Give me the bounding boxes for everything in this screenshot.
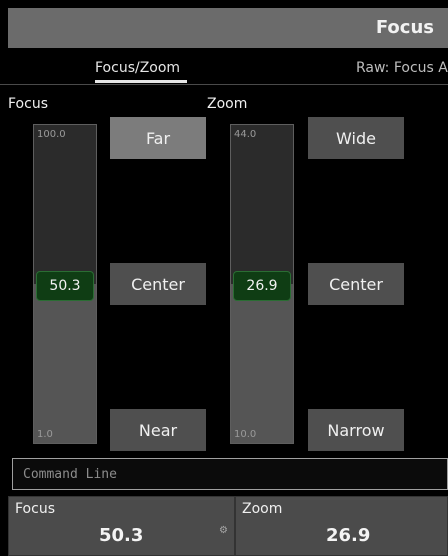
zoom-fader-fill (231, 284, 293, 443)
zoom-fader-min: 10.0 (234, 429, 257, 440)
zoom-fader[interactable]: 44.0 26.9 10.0 (230, 124, 294, 444)
zoom-fader-knob[interactable]: 26.9 (233, 271, 291, 301)
focus-near-button[interactable]: Near (110, 409, 206, 451)
focus-fader-min: 1.0 (37, 429, 53, 440)
zoom-section-label: Zoom (207, 96, 248, 112)
focus-fader[interactable]: 100.0 50.3 1.0 (33, 124, 97, 444)
focus-encoder-value: 50.3 (99, 525, 144, 546)
tab-focus-zoom[interactable]: Focus/Zoom (95, 60, 180, 76)
window-title: Focus (375, 17, 434, 38)
command-line-input[interactable]: Command Line (12, 458, 448, 490)
zoom-encoder-panel[interactable]: Zoom 26.9 (235, 496, 448, 556)
zoom-encoder-value: 26.9 (326, 525, 371, 546)
gear-icon[interactable]: ⚙ (219, 525, 228, 536)
focus-encoder-label: Focus (15, 501, 55, 517)
focus-encoder-panel[interactable]: Focus 50.3 ⚙ (8, 496, 235, 556)
title-bar: Focus (8, 8, 448, 48)
focus-fader-max: 100.0 (37, 129, 66, 140)
focus-fader-knob[interactable]: 50.3 (36, 271, 94, 301)
zoom-encoder-label: Zoom (242, 501, 283, 517)
zoom-fader-max: 44.0 (234, 129, 257, 140)
zoom-wide-button[interactable]: Wide (308, 117, 404, 159)
tab-active-indicator (95, 80, 187, 83)
tabs-divider (0, 84, 448, 85)
focus-center-button[interactable]: Center (110, 263, 206, 305)
command-line-placeholder: Command Line (23, 467, 117, 482)
focus-fader-fill (34, 284, 96, 443)
zoom-narrow-button[interactable]: Narrow (308, 409, 404, 451)
focus-section-label: Focus (8, 96, 48, 112)
focus-far-button[interactable]: Far (110, 117, 206, 159)
zoom-center-button[interactable]: Center (308, 263, 404, 305)
tab-raw-focus[interactable]: Raw: Focus A (356, 60, 448, 76)
